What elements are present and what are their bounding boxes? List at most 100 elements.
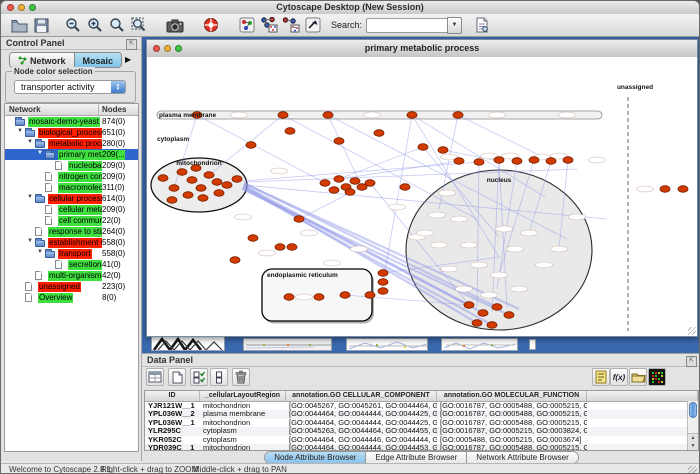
cell[interactable]: plasma membrane — [200, 410, 286, 418]
tree-row-nucleobase-[interactable]: nucleobase-209(0) — [5, 160, 138, 171]
network-node[interactable] — [378, 288, 388, 295]
table-scrollbar-arrows[interactable]: ▲▼ — [688, 433, 698, 450]
tree-row-transport[interactable]: ▼transport558(0) — [5, 248, 138, 259]
background-window-fragment[interactable] — [151, 336, 225, 351]
tree-row-unassigned[interactable]: unassigned223(0) — [5, 281, 138, 292]
expand-arrow-icon[interactable]: ▼ — [27, 194, 33, 200]
window-resize-grip[interactable] — [688, 466, 697, 474]
cell[interactable]: [GO:0045263, GO:0044464, GO:0044455, G..… — [286, 427, 437, 435]
table-row-ykr052c[interactable]: YKR052Ccytoplasm[GO:0044464, GO:0044446,… — [145, 436, 698, 444]
cell[interactable]: [GO:0044464, GO:0044444, GO:0044425, G..… — [286, 419, 437, 427]
column-header-0[interactable]: ID — [145, 391, 200, 401]
network-canvas[interactable]: plasma membranecytoplasmmitochondrionnuc… — [147, 57, 697, 336]
tree-row-overview[interactable]: Overview8(0) — [5, 292, 138, 303]
cell[interactable]: cytoplasm — [200, 427, 286, 435]
network-node[interactable] — [374, 130, 384, 137]
background-window-fragment[interactable] — [529, 339, 536, 350]
layout-nodes-1-icon[interactable] — [259, 16, 279, 35]
cell[interactable]: [GO:0044464, GO:0044444, GO:0044453, G..… — [286, 444, 437, 451]
new-attribute-icon[interactable] — [168, 368, 186, 386]
column-header-2[interactable]: annotation.GO CELLULAR_COMPONENT — [286, 391, 437, 401]
tab-network[interactable]: Network — [10, 53, 74, 67]
network-node[interactable] — [350, 178, 360, 185]
network-node[interactable] — [294, 216, 304, 223]
network-node[interactable] — [222, 182, 232, 189]
table-row-ydr039c__1[interactable]: YDR039C__1mitochondrion[GO:0044464, GO:0… — [145, 444, 698, 451]
network-node[interactable] — [287, 244, 297, 251]
network-node[interactable] — [365, 292, 375, 299]
background-window-fragment[interactable] — [441, 338, 518, 351]
table-row-ypl036w__1[interactable]: YPL036W__1mitochondrion[GO:0044464, GO:0… — [145, 419, 698, 427]
cell[interactable]: [GO:0016787, GO:0005488, GO:0005215, G..… — [437, 402, 587, 410]
network-node[interactable] — [334, 176, 344, 183]
network-node[interactable] — [158, 175, 168, 182]
network-node[interactable] — [248, 235, 258, 242]
network-node[interactable] — [204, 172, 214, 179]
tab-node-attribute-browser[interactable]: Node Attribute Browser — [265, 452, 365, 463]
table-row-ypl036w__2[interactable]: YPL036W__2plasma membrane[GO:0044464, GO… — [145, 410, 698, 418]
vizmapper-icon[interactable] — [237, 16, 257, 35]
network-node[interactable] — [214, 190, 224, 197]
expand-arrow-icon[interactable]: ▼ — [27, 238, 33, 244]
tab-edge-attribute-browser[interactable]: Edge Attribute Browser — [365, 452, 466, 463]
background-window-fragment[interactable] — [243, 338, 332, 351]
network-node[interactable] — [492, 304, 502, 311]
network-node[interactable] — [407, 112, 417, 119]
node-color-dropdown[interactable]: transporter activity ▲▼ — [14, 80, 126, 94]
tree-row-multi-organism-pro[interactable]: multi-organism pro42(0) — [5, 270, 138, 281]
search-dropdown-button[interactable]: ▼ — [447, 17, 462, 34]
tree-row-secretion[interactable]: secretion41(0) — [5, 259, 138, 270]
network-node[interactable] — [314, 294, 324, 301]
cell[interactable]: [GO:0045267, GO:0045261, GO:0044464, G..… — [286, 402, 437, 410]
tree-row-response-to-stimulu[interactable]: response to stimulu264(0) — [5, 226, 138, 237]
network-node[interactable] — [546, 158, 556, 165]
float-panel-icon[interactable]: ⇱ — [126, 39, 137, 50]
network-node[interactable] — [320, 180, 330, 187]
network-node[interactable] — [212, 179, 222, 186]
tab-network-attribute-browser[interactable]: Network Attribute Browser — [466, 452, 577, 463]
tree-row-biological-process[interactable]: ▼biological_process651(0) — [5, 127, 138, 138]
tab-overflow-arrow[interactable]: ▶ — [125, 55, 131, 64]
background-window-fragment[interactable] — [346, 338, 428, 351]
network-node[interactable] — [329, 187, 339, 194]
network-node[interactable] — [196, 185, 206, 192]
cell[interactable]: [GO:0016787, GO:0005488, GO:0005215, G..… — [437, 410, 587, 418]
network-node[interactable] — [340, 292, 350, 299]
cell[interactable]: [GO:0016787, GO:0005215, GO:0003824, G..… — [437, 427, 587, 435]
network-node[interactable] — [487, 322, 497, 329]
tree-row-cellular-process[interactable]: ▼cellular process614(0) — [5, 193, 138, 204]
network-node[interactable] — [504, 312, 514, 319]
table-row-yjr121w__1[interactable]: YJR121W__1mitochondrion[GO:0045267, GO:0… — [145, 402, 698, 410]
expand-arrow-icon[interactable]: ▼ — [37, 249, 43, 255]
network-node[interactable] — [345, 189, 355, 196]
annotation-icon[interactable] — [303, 16, 323, 35]
network-node[interactable] — [167, 197, 177, 204]
attribute-list-icon[interactable] — [592, 368, 610, 386]
expand-arrow-icon[interactable]: ▼ — [27, 139, 33, 145]
table-row-ylr295c[interactable]: YLR295Ccytoplasm[GO:0045263, GO:0044464,… — [145, 427, 698, 435]
network-node[interactable] — [563, 157, 573, 164]
network-graph[interactable]: plasma membranecytoplasmmitochondrionnuc… — [147, 57, 697, 336]
network-node[interactable] — [529, 157, 539, 164]
cell[interactable]: cytoplasm — [200, 436, 286, 444]
network-node[interactable] — [198, 195, 208, 202]
snapshot-icon[interactable] — [165, 16, 185, 35]
cell[interactable]: [GO:0016787, GO:0005488, GO:0005215, G..… — [437, 444, 587, 451]
cell[interactable]: [GO:0005488, GO:0005215, GO:0003674] — [437, 436, 587, 444]
zoom-selected-icon[interactable] — [129, 16, 149, 35]
network-node[interactable] — [453, 112, 463, 119]
search-index-icon[interactable] — [472, 16, 492, 35]
zoom-in-icon[interactable] — [85, 16, 105, 35]
network-node[interactable] — [169, 185, 179, 192]
network-node[interactable] — [474, 159, 484, 166]
network-node[interactable] — [183, 192, 193, 199]
column-header-1[interactable]: _cellularLayoutRegion — [200, 391, 286, 401]
cell[interactable]: mitochondrion — [200, 419, 286, 427]
network-node[interactable] — [246, 142, 256, 149]
tree-row-metabolic-process[interactable]: ▼metabolic process280(0) — [5, 138, 138, 149]
tree-row-cellular-metabo[interactable]: cellular metabo209(0) — [5, 204, 138, 215]
expand-arrow-icon[interactable]: ▼ — [17, 128, 23, 134]
network-node[interactable] — [323, 112, 333, 119]
cell[interactable]: YPL036W__1 — [145, 419, 200, 427]
network-node[interactable] — [418, 144, 428, 151]
